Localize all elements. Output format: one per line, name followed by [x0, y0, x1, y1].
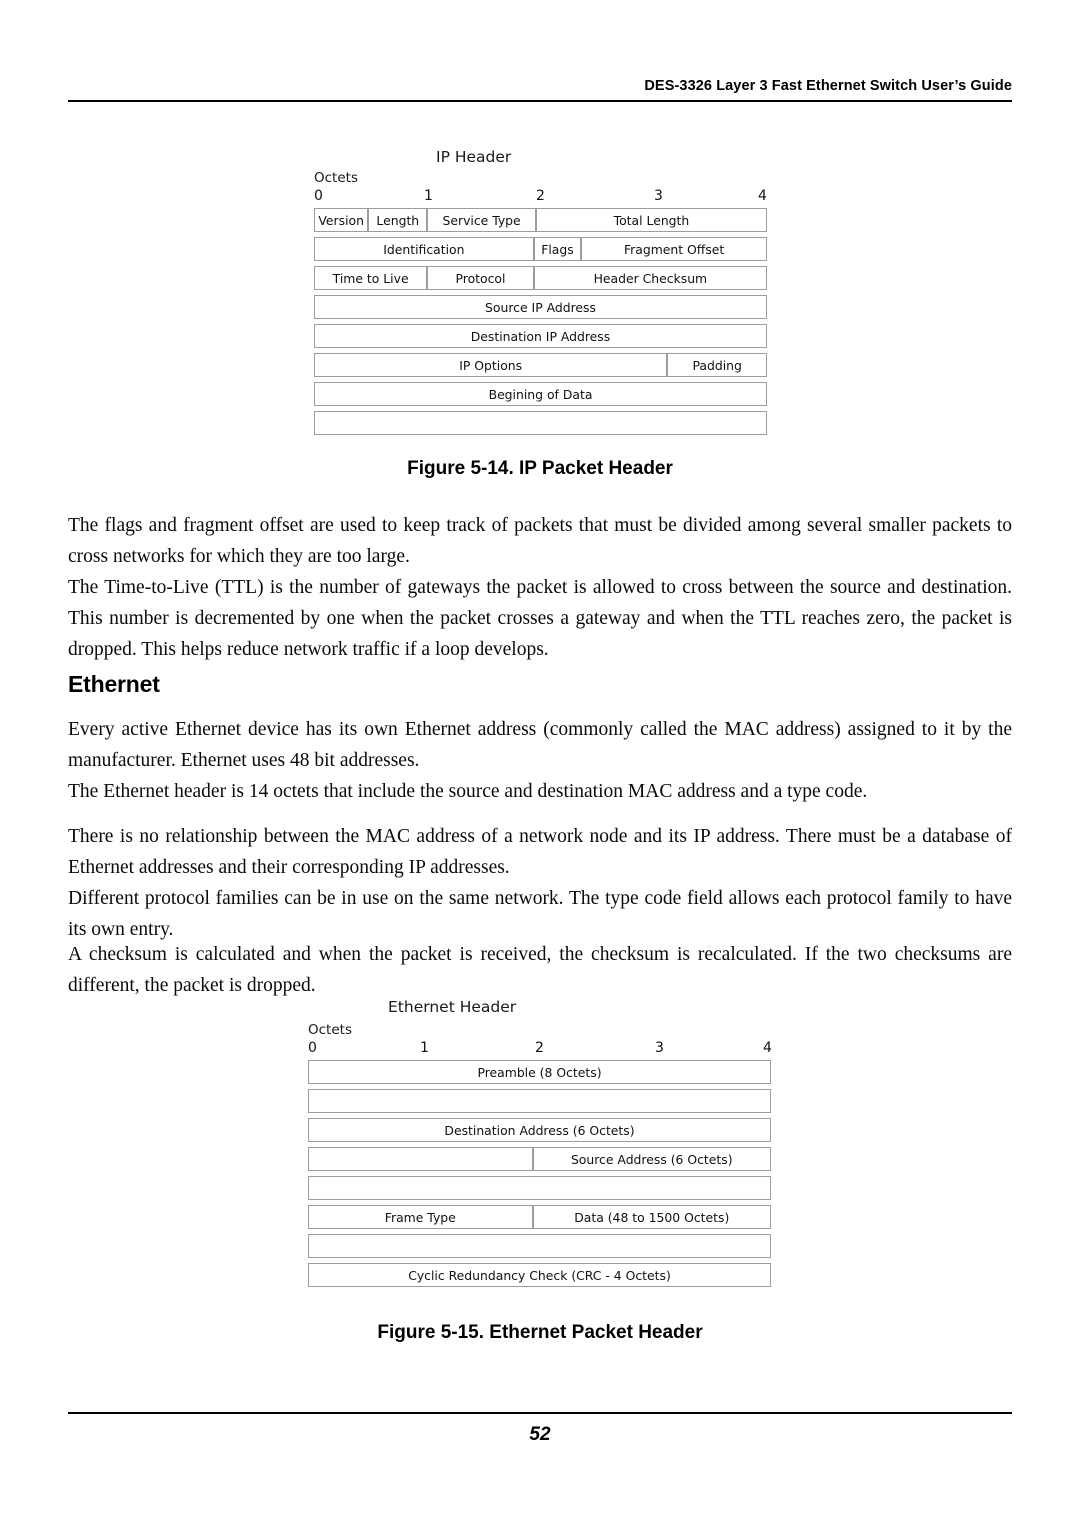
figure-5-15-caption: Figure 5-15. Ethernet Packet Header	[377, 1322, 703, 1343]
packet-field-cell: Preamble (8 Octets)	[308, 1060, 771, 1084]
octet-tick-4: 4	[763, 1040, 772, 1056]
packet-field-row	[308, 1176, 771, 1200]
octet-tick-3: 3	[655, 1040, 664, 1056]
paragraph-text: The Ethernet header is 14 octets that in…	[68, 781, 868, 802]
packet-field-cell: Begining of Data	[314, 382, 767, 406]
packet-field-cell: Identification	[314, 237, 534, 261]
packet-field-row: Destination Address (6 Octets)	[308, 1118, 771, 1142]
page-number: 52	[529, 1424, 551, 1445]
octet-tick-0: 0	[314, 188, 323, 204]
packet-field-cell: Destination IP Address	[314, 324, 767, 348]
paragraph-ethernet-address: Every active Ethernet device has its own…	[68, 714, 1012, 776]
paragraph-text: A checksum is calculated and when the pa…	[68, 944, 1012, 996]
ethernet-header-octet-scale: 0 1 2 3 4	[308, 1040, 772, 1058]
section-heading-ethernet: Ethernet	[68, 671, 160, 697]
packet-field-cell: Cyclic Redundancy Check (CRC - 4 Octets)	[308, 1263, 771, 1287]
packet-field-cell	[308, 1089, 771, 1113]
paragraph-text: Different protocol families can be in us…	[68, 888, 1012, 940]
packet-field-row: Version Length Service Type Total Length	[314, 208, 767, 232]
ethernet-header-field-rows: Preamble (8 Octets) Destination Address (…	[308, 1060, 771, 1292]
packet-field-cell: Frame Type	[308, 1205, 533, 1229]
packet-field-cell: Destination Address (6 Octets)	[308, 1118, 771, 1142]
packet-field-cell: Flags	[533, 237, 582, 261]
paragraph-text: There is no relationship between the MAC…	[68, 826, 1012, 878]
packet-field-row: IP Options Padding	[314, 353, 767, 377]
paragraph-checksum: A checksum is calculated and when the pa…	[68, 939, 1012, 1001]
packet-field-cell: Time to Live	[314, 266, 428, 290]
packet-field-cell: Header Checksum	[533, 266, 767, 290]
octet-tick-0: 0	[308, 1040, 317, 1056]
packet-field-cell: Total Length	[535, 208, 767, 232]
packet-field-row: Frame Type Data (48 to 1500 Octets)	[308, 1205, 771, 1229]
ip-header-octets-label: Octets	[314, 170, 358, 186]
footer-divider-rule	[68, 1412, 1012, 1414]
packet-field-cell	[308, 1176, 771, 1200]
packet-field-row: Source IP Address	[314, 295, 767, 319]
octet-tick-2: 2	[535, 1040, 544, 1056]
packet-field-cell	[314, 411, 767, 435]
packet-field-row	[314, 411, 767, 435]
paragraph-ethernet-header-octets: The Ethernet header is 14 octets that in…	[68, 776, 1012, 807]
paragraph-time-to-live: The Time-to-Live (TTL) is the number of …	[68, 572, 1012, 665]
packet-field-row: Begining of Data	[314, 382, 767, 406]
packet-field-row: Identification Flags Fragment Offset	[314, 237, 767, 261]
octet-tick-4: 4	[758, 188, 767, 204]
octet-tick-2: 2	[536, 188, 545, 204]
packet-field-row	[308, 1234, 771, 1258]
paragraph-mac-ip-relationship: There is no relationship between the MAC…	[68, 821, 1012, 883]
packet-field-cell: Length	[368, 208, 428, 232]
packet-field-cell	[308, 1147, 533, 1171]
ip-header-octet-scale: 0 1 2 3 4	[314, 188, 767, 206]
packet-field-cell: IP Options	[314, 353, 668, 377]
packet-field-cell: Service Type	[427, 208, 536, 232]
paragraph-text: The Time-to-Live (TTL) is the number of …	[68, 577, 1012, 660]
paragraph-text: Every active Ethernet device has its own…	[68, 719, 1012, 771]
packet-field-cell: Source Address (6 Octets)	[532, 1147, 771, 1171]
ethernet-header-octets-label: Octets	[308, 1022, 352, 1038]
figure-5-14-caption: Figure 5-14. IP Packet Header	[407, 458, 673, 479]
ip-header-diagram-title: IP Header	[436, 148, 512, 166]
header-divider-rule	[68, 100, 1012, 102]
ethernet-header-diagram-title: Ethernet Header	[388, 998, 517, 1016]
packet-field-row: Preamble (8 Octets)	[308, 1060, 771, 1084]
packet-field-cell: Version	[314, 208, 369, 232]
packet-field-row	[308, 1089, 771, 1113]
ip-header-field-rows: Version Length Service Type Total Length Ide…	[314, 208, 767, 440]
document-page: DES-3326 Layer 3 Fast Ethernet Switch Us…	[0, 0, 1080, 1528]
running-header-title: DES-3326 Layer 3 Fast Ethernet Switch Us…	[644, 78, 1012, 94]
packet-field-row: Time to Live Protocol Header Checksum	[314, 266, 767, 290]
paragraph-flags-fragment-offset: The flags and fragment offset are used t…	[68, 510, 1012, 572]
paragraph-protocol-families: Different protocol families can be in us…	[68, 883, 1012, 945]
packet-field-cell: Padding	[667, 353, 767, 377]
packet-field-row: Source Address (6 Octets)	[308, 1147, 771, 1171]
packet-field-cell: Fragment Offset	[581, 237, 767, 261]
packet-field-cell: Source IP Address	[314, 295, 767, 319]
packet-field-cell	[308, 1234, 771, 1258]
packet-field-cell: Data (48 to 1500 Octets)	[532, 1205, 771, 1229]
octet-tick-1: 1	[424, 188, 433, 204]
octet-tick-1: 1	[420, 1040, 429, 1056]
packet-field-cell: Protocol	[427, 266, 534, 290]
packet-field-row: Destination IP Address	[314, 324, 767, 348]
octet-tick-3: 3	[654, 188, 663, 204]
packet-field-row: Cyclic Redundancy Check (CRC - 4 Octets)	[308, 1263, 771, 1287]
paragraph-text: The flags and fragment offset are used t…	[68, 515, 1012, 567]
